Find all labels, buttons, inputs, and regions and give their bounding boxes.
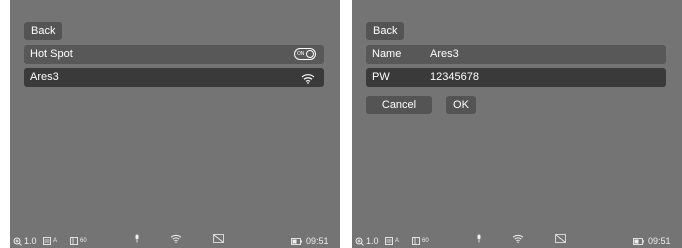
name-row[interactable]: Name Ares3	[366, 45, 666, 64]
status-bar: 1.0 A 60 09:51	[352, 234, 682, 248]
image-mode-value: A	[53, 238, 58, 244]
name-label: Name	[372, 48, 402, 60]
clock: 09:51	[648, 236, 671, 246]
zoom-icon	[13, 237, 22, 246]
hotspot-settings-screen: Back Name Ares3 PW 12345678 Cancel OK 1.…	[352, 0, 682, 248]
back-button[interactable]: Back	[366, 22, 405, 40]
clock: 09:51	[306, 236, 329, 246]
battery-icon	[633, 237, 644, 245]
refresh-rate-indicator: 60	[70, 234, 87, 248]
battery-indicator: 09:51	[633, 234, 671, 248]
image-mode-icon	[385, 237, 393, 245]
zoom-icon	[355, 237, 364, 246]
zoom-indicator: 1.0	[13, 234, 37, 248]
wifi-icon	[170, 234, 182, 243]
zoom-indicator: 1.0	[355, 234, 379, 248]
password-value: 12345678	[430, 71, 479, 83]
password-row[interactable]: PW 12345678	[366, 68, 666, 87]
microphone-icon	[476, 234, 482, 243]
hotspot-label: Hot Spot	[30, 48, 73, 60]
hotspot-toggle[interactable]: ON	[294, 48, 316, 60]
refresh-rate-value: 60	[422, 238, 429, 244]
refresh-rate-indicator: 60	[412, 234, 429, 248]
wifi-icon	[512, 234, 524, 243]
status-bar: 1.0 A 60 09:51	[10, 234, 340, 248]
refresh-rate-icon	[70, 237, 78, 245]
microphone-icon	[134, 234, 140, 243]
zoom-value: 1.0	[24, 236, 37, 246]
refresh-rate-icon	[412, 237, 420, 245]
image-mode-value: A	[395, 238, 400, 244]
hotspot-row[interactable]: Hot Spot ON	[24, 45, 324, 64]
refresh-rate-value: 60	[80, 238, 87, 244]
hotspot-screen: Back Hot Spot ON Ares3 1.0 A 60 09:51	[10, 0, 340, 248]
name-value: Ares3	[430, 48, 459, 60]
toggle-on-text: ON	[297, 51, 305, 57]
toggle-knob	[306, 50, 314, 58]
wifi-ssid: Ares3	[30, 71, 59, 83]
image-mode-icon	[43, 237, 51, 245]
ok-button[interactable]: OK	[446, 96, 476, 114]
back-button[interactable]: Back	[24, 22, 63, 40]
battery-indicator: 09:51	[291, 234, 329, 248]
wifi-network-row[interactable]: Ares3	[24, 68, 324, 87]
wifi-signal-icon	[301, 72, 315, 91]
cancel-button[interactable]: Cancel	[366, 96, 432, 114]
no-signal-icon	[213, 234, 224, 243]
no-signal-icon	[555, 234, 566, 243]
battery-icon	[291, 237, 302, 245]
password-label: PW	[372, 71, 390, 83]
zoom-value: 1.0	[366, 236, 379, 246]
image-mode-indicator: A	[385, 234, 399, 248]
image-mode-indicator: A	[43, 234, 57, 248]
